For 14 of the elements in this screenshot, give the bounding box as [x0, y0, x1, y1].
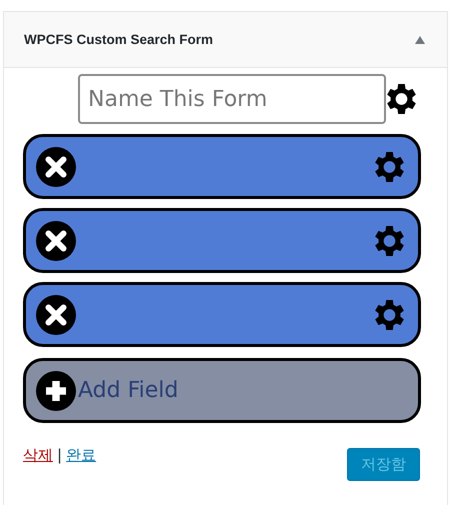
collapse-arrow-icon[interactable]	[415, 36, 425, 44]
field-bar[interactable]	[23, 282, 421, 347]
remove-icon[interactable]	[36, 146, 76, 186]
field-bar[interactable]	[23, 134, 421, 199]
form-name-field[interactable]: Name This Form	[78, 74, 386, 124]
add-field-button[interactable]: Add Field	[23, 358, 421, 423]
remove-icon[interactable]	[36, 220, 76, 260]
delete-link[interactable]: 삭제	[23, 446, 53, 465]
plus-icon	[36, 370, 76, 410]
separator: |	[57, 446, 62, 465]
remove-icon[interactable]	[36, 294, 76, 334]
done-link[interactable]: 완료	[66, 446, 96, 465]
panel-title: WPCFS Custom Search Form	[24, 32, 214, 47]
field-bar[interactable]	[23, 208, 421, 273]
